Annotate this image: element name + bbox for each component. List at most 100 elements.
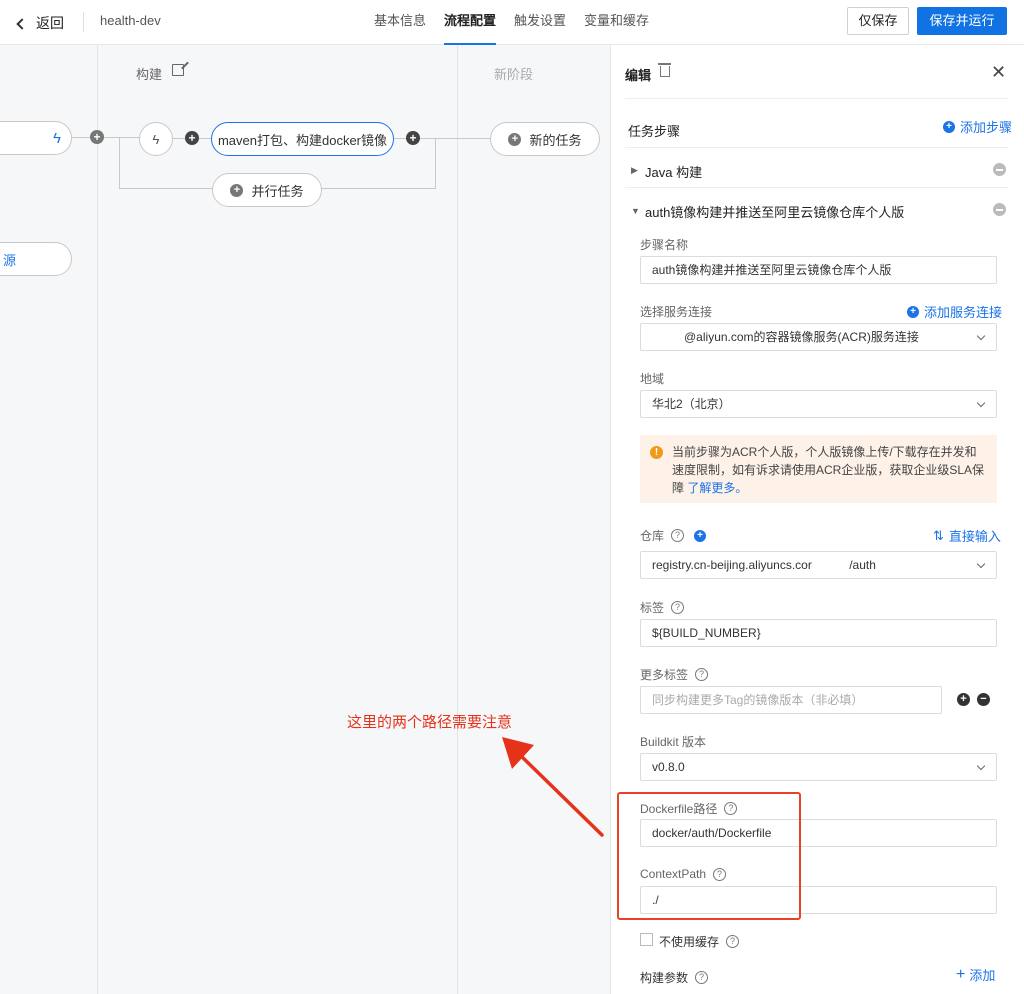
step-auth-image[interactable]: auth镜像构建并推送至阿里云镜像仓库个人版 [645, 202, 904, 221]
connector-line [104, 137, 140, 138]
connector-line [321, 188, 436, 189]
remove-step-icon[interactable] [993, 203, 1006, 216]
annotation-text: 这里的两个路径需要注意 [347, 714, 513, 731]
plus-circle-icon: + [508, 132, 522, 146]
new-task-button[interactable]: + 新的任务 [490, 122, 600, 156]
add-service-connection-button[interactable]: + 添加服务连接 [907, 302, 1002, 321]
source-node-label: 源 [3, 252, 17, 268]
buildkit-label: Buildkit 版本 [640, 735, 707, 749]
buildkit-select[interactable]: v0.8.0 [640, 753, 997, 781]
new-task-label: 新的任务 [529, 132, 582, 148]
divider [625, 187, 1008, 188]
dockerfile-path-input[interactable]: docker/auth/Dockerfile [640, 819, 997, 847]
job-node-label: maven打包、构建docker镜像 [217, 132, 388, 148]
more-tags-input[interactable]: 同步构建更多Tag的镜像版本（非必填） [640, 686, 942, 714]
chevron-down-icon [976, 331, 986, 341]
tab-trigger-settings[interactable]: 触发设置 [514, 0, 566, 45]
service-connection-value: @aliyun.com的容器镜像服务(ACR)服务连接 [684, 330, 919, 344]
help-icon[interactable]: ? [671, 601, 685, 614]
add-service-connection-label: 添加服务连接 [924, 305, 1003, 320]
divider [625, 147, 1008, 148]
chevron-down-icon [976, 559, 986, 569]
add-step-label: 添加步骤 [960, 120, 1013, 135]
trash-icon[interactable] [658, 63, 671, 77]
region-value: 华北2（北京） [652, 397, 731, 411]
parallel-task-button[interactable]: + 并行任务 [212, 173, 322, 207]
stage-divider [457, 45, 458, 994]
help-icon[interactable]: ? [695, 971, 709, 984]
tab-variables-cache[interactable]: 变量和缓存 [584, 0, 649, 45]
add-build-arg-button[interactable]: + 添加 [956, 965, 995, 984]
close-icon[interactable]: ✕ [991, 62, 1006, 83]
add-tag-icon[interactable]: + [957, 693, 970, 706]
direct-input-button[interactable]: ⇅ 直接输入 [933, 526, 1001, 545]
region-label: 地域 [640, 372, 665, 386]
back-button[interactable]: 返回 [16, 13, 64, 33]
stage-title-build: 构建 [136, 67, 163, 82]
add-repository-icon[interactable]: + [694, 529, 707, 542]
learn-more-link[interactable]: 了解更多。 [687, 481, 747, 495]
build-args-label: 构建参数 ? [640, 969, 709, 986]
dockerfile-label: Dockerfile路径 ? [640, 800, 738, 817]
source-node[interactable]: ϟ [0, 121, 72, 155]
repository-label: 仓库 ? + [640, 527, 711, 544]
chevron-down-icon [976, 761, 986, 771]
repository-value-suffix: /auth [849, 558, 876, 572]
tag-label: 标签 ? [640, 599, 685, 616]
region-select[interactable]: 华北2（北京） [640, 390, 997, 418]
plus-icon: + [956, 965, 966, 983]
add-job-after-icon[interactable]: + [406, 131, 420, 145]
warning-icon: ! [650, 446, 663, 459]
repository-select[interactable]: registry.cn-beijing.aliyuncs.cor /auth [640, 551, 997, 579]
edit-panel: 编辑 ✕ 任务步骤 + 添加步骤 ▶ Java 构建 ▼ auth镜像构建并推送… [610, 45, 1024, 994]
remove-step-icon[interactable] [993, 163, 1006, 176]
save-and-run-button[interactable]: 保存并运行 [917, 7, 1007, 35]
top-bar: 返回 health-dev 基本信息 流程配置 触发设置 变量和缓存 仅保存 保… [0, 0, 1024, 45]
tab-basic-info[interactable]: 基本信息 [374, 0, 426, 45]
caret-right-icon[interactable]: ▶ [631, 165, 638, 176]
service-connection-label: 选择服务连接 [640, 305, 713, 319]
service-connection-select[interactable]: @aliyun.com的容器镜像服务(ACR)服务连接 [640, 323, 997, 351]
save-only-button[interactable]: 仅保存 [847, 7, 909, 35]
stage-title-new[interactable]: 新阶段 [494, 64, 533, 83]
caret-down-icon[interactable]: ▼ [631, 206, 640, 216]
help-icon[interactable]: ? [726, 935, 740, 948]
add-job-before-icon[interactable]: + [185, 131, 199, 145]
back-label: 返回 [36, 15, 64, 31]
lightning-icon: ϟ [53, 129, 61, 147]
context-path-input[interactable]: ./ [640, 886, 997, 914]
help-icon[interactable]: ? [671, 529, 685, 542]
remove-tag-icon[interactable]: − [977, 693, 990, 706]
tab-bar: 基本信息 流程配置 触发设置 变量和缓存 [374, 0, 667, 45]
chevron-down-icon [976, 398, 986, 408]
connector-line [119, 188, 213, 189]
more-tags-label: 更多标签 ? [640, 666, 709, 683]
step-java-build[interactable]: Java 构建 [645, 162, 702, 181]
swap-icon: ⇅ [933, 527, 944, 543]
repository-value-prefix: registry.cn-beijing.aliyuncs.cor [652, 558, 812, 572]
context-path-label: ContextPath ? [640, 867, 727, 881]
direct-input-label: 直接输入 [948, 529, 1001, 544]
add-step-button[interactable]: + 添加步骤 [943, 117, 1012, 136]
edit-icon[interactable] [172, 64, 184, 76]
connector-line [119, 138, 120, 188]
tag-input[interactable]: ${BUILD_NUMBER} [640, 619, 997, 647]
buildkit-value: v0.8.0 [652, 760, 685, 774]
job-node-maven[interactable]: maven打包、构建docker镜像 [211, 122, 394, 156]
plus-circle-icon: + [230, 183, 244, 197]
no-cache-label: 不使用缓存 ? [659, 933, 740, 950]
help-icon[interactable]: ? [695, 668, 709, 681]
project-name: health-dev [100, 13, 161, 28]
step-name-input[interactable]: auth镜像构建并推送至阿里云镜像仓库个人版 [640, 256, 997, 284]
add-stage-icon[interactable]: + [90, 130, 104, 144]
acr-warning-box: ! 当前步骤为ACR个人版，个人版镜像上传/下载存在并发和速度限制，如有诉求请使… [640, 435, 997, 503]
job-trigger-node[interactable]: ϟ [139, 122, 173, 156]
source-node-2[interactable]: 源 [0, 242, 72, 276]
divider [625, 98, 1008, 99]
help-icon[interactable]: ? [724, 802, 738, 815]
no-cache-checkbox[interactable] [640, 933, 653, 946]
pipeline-canvas: 构建 新阶段 ϟ + 源 ϟ + maven打包、构建docker镜像 + + … [0, 45, 610, 994]
task-steps-label: 任务步骤 [628, 124, 681, 139]
tab-pipeline-config[interactable]: 流程配置 [444, 0, 497, 45]
help-icon[interactable]: ? [713, 867, 727, 881]
